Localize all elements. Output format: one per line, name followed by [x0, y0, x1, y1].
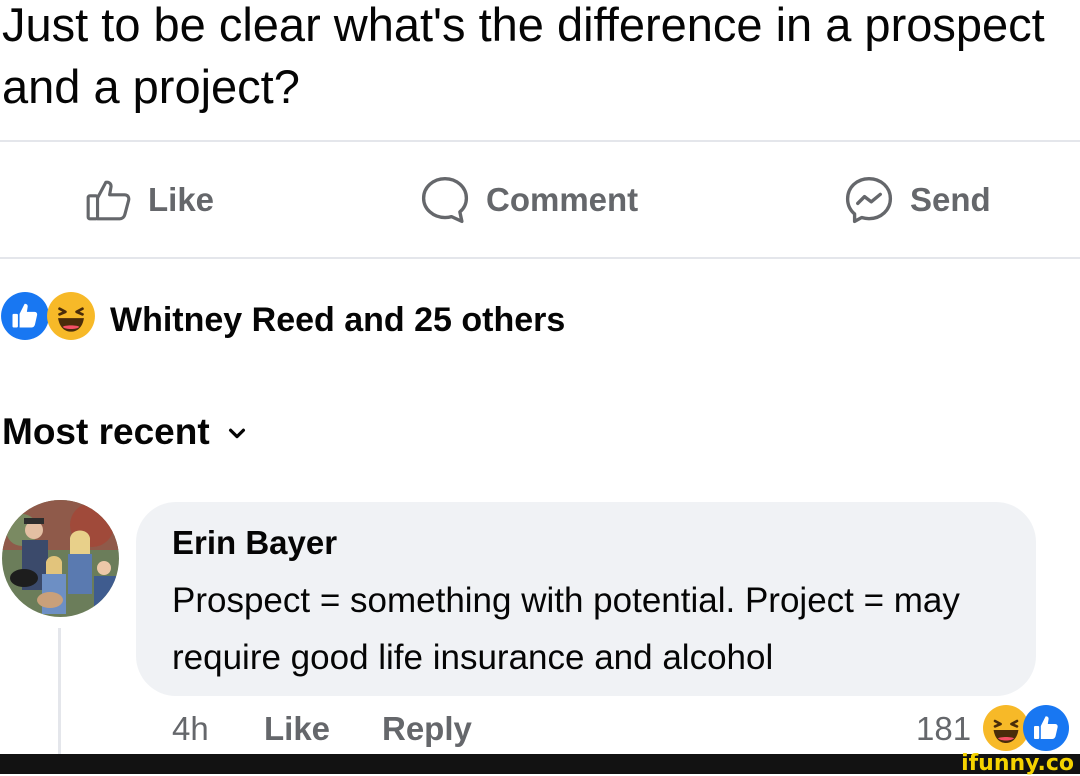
like-button[interactable]: Like: [84, 168, 214, 232]
post-text: Just to be clear what's the difference i…: [2, 0, 1045, 113]
thread-line: [58, 628, 61, 754]
like-reaction-icon: [0, 291, 50, 350]
haha-reaction-icon: [46, 291, 96, 350]
comment-like-button[interactable]: Like: [264, 710, 330, 748]
comment-reaction-count[interactable]: 181: [916, 710, 971, 748]
thumbs-up-outline-icon: [84, 175, 134, 225]
avatar[interactable]: [2, 500, 119, 617]
speech-bubble-icon: [418, 173, 472, 227]
sort-label: Most recent: [2, 411, 210, 452]
reaction-icons: [0, 291, 96, 350]
like-reaction-icon: [1022, 704, 1070, 757]
comment-button[interactable]: Comment: [418, 168, 638, 232]
comment-reply-button[interactable]: Reply: [382, 710, 472, 748]
send-button-label: Send: [910, 181, 991, 218]
sort-dropdown[interactable]: Most recent: [2, 404, 248, 460]
comment-text: Prospect = something with potential. Pro…: [172, 581, 960, 677]
comment-author[interactable]: Erin Bayer: [172, 524, 337, 562]
divider-bottom: [0, 257, 1080, 259]
reactions-summary[interactable]: Whitney Reed and 25 others: [0, 291, 566, 350]
reactors-text: Whitney Reed and 25 others: [110, 300, 566, 339]
messenger-icon: [842, 173, 896, 227]
send-button[interactable]: Send: [842, 168, 991, 232]
comment-reaction-icons[interactable]: [982, 704, 1070, 757]
like-button-label: Like: [148, 181, 215, 218]
comment-timestamp[interactable]: 4h: [172, 710, 209, 748]
comment-button-label: Comment: [486, 181, 639, 218]
chevron-down-icon: [226, 411, 248, 453]
watermark-bar: [0, 754, 1080, 774]
divider-top: [0, 140, 1080, 142]
ifunny-watermark: ifunny.co: [961, 751, 1074, 776]
